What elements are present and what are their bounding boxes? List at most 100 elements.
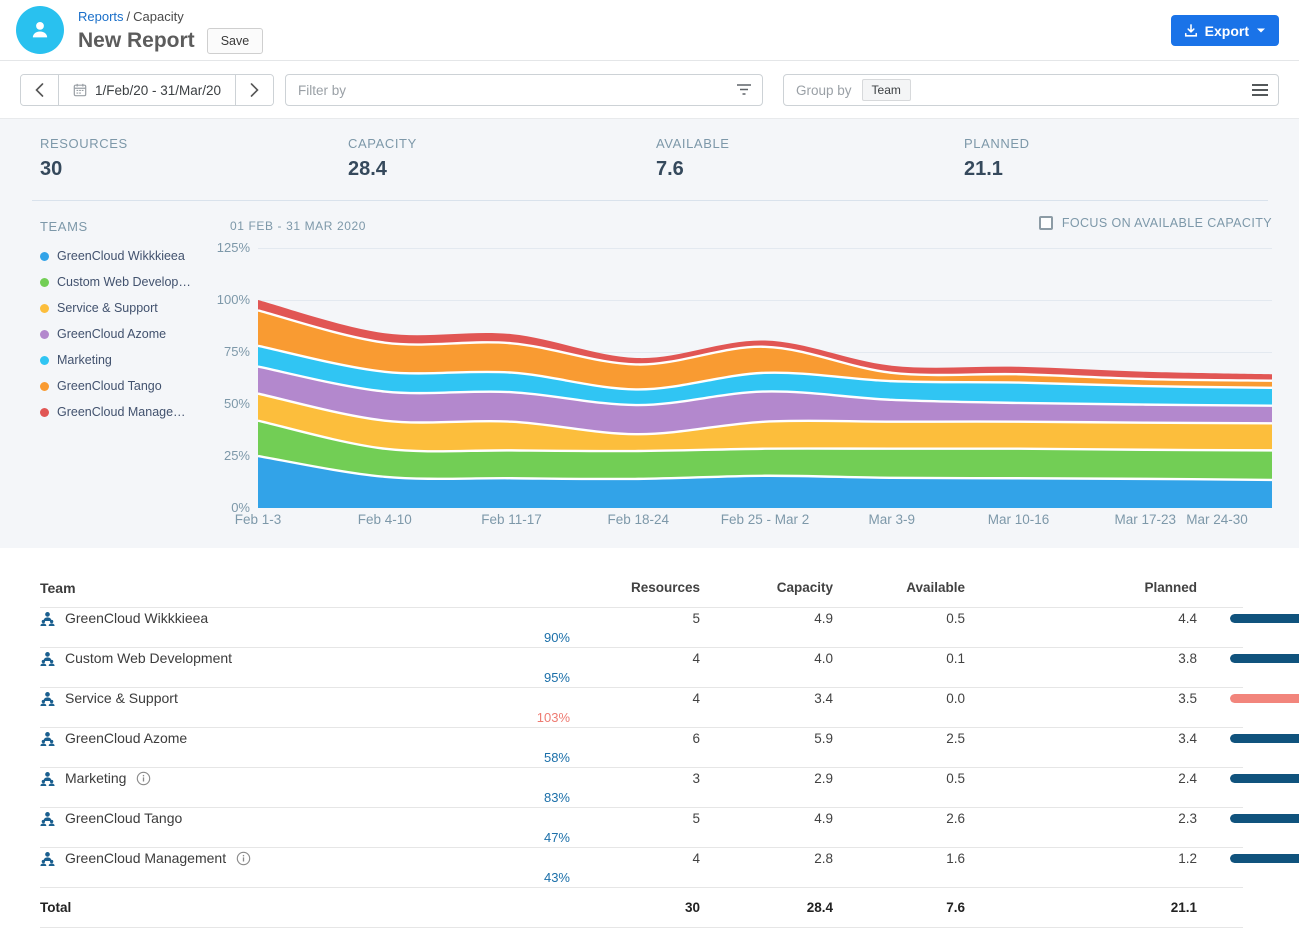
date-range-picker: 1/Feb/20 - 31/Mar/20 xyxy=(20,74,274,106)
export-button[interactable]: Export xyxy=(1171,15,1279,46)
legend-label: GreenCloud Manage… xyxy=(57,405,186,419)
table-row[interactable]: Marketing32.90.52.483% xyxy=(40,768,1243,808)
utilization-percent: 47% xyxy=(40,830,570,845)
utilization-bar xyxy=(1197,654,1243,663)
cell-resources: 4 xyxy=(570,651,700,666)
filter-control xyxy=(285,74,763,106)
cell-capacity: 5.9 xyxy=(700,731,833,746)
summary-section: RESOURCES30 CAPACITY28.4 AVAILABLE7.6 PL… xyxy=(0,119,1299,548)
x-axis-tick-label: Feb 4-10 xyxy=(325,512,445,527)
stacked-area-chart[interactable] xyxy=(258,248,1272,508)
save-button[interactable]: Save xyxy=(207,28,264,54)
team-icon xyxy=(40,811,55,826)
utilization-bar xyxy=(1197,614,1243,623)
chart-date-range-label: 01 FEB - 31 MAR 2020 xyxy=(230,219,366,233)
utilization-percent: 103% xyxy=(40,710,570,725)
x-axis-tick-label: Feb 11-17 xyxy=(452,512,572,527)
total-resources: 30 xyxy=(570,900,700,915)
download-icon xyxy=(1184,24,1198,38)
utilization-percent: 90% xyxy=(40,630,570,645)
legend-dot-icon xyxy=(40,356,49,365)
cell-planned: 2.4 xyxy=(965,771,1197,786)
x-axis-tick-label: Feb 1-3 xyxy=(198,512,318,527)
y-axis-tick-label: 125% xyxy=(204,240,250,255)
stat-planned: PLANNED21.1 xyxy=(964,136,1272,181)
legend-title: TEAMS xyxy=(40,219,245,234)
table-total-row: Total 30 28.4 7.6 21.1 xyxy=(40,888,1243,928)
col-header-available[interactable]: Available xyxy=(833,580,965,595)
table-row[interactable]: GreenCloud Azome65.92.53.458% xyxy=(40,728,1243,768)
utilization-bar xyxy=(1197,854,1243,863)
y-axis-tick-label: 75% xyxy=(204,344,250,359)
person-icon xyxy=(27,17,53,43)
cell-resources: 5 xyxy=(570,611,700,626)
legend-label: Service & Support xyxy=(57,301,158,315)
cell-resources: 6 xyxy=(570,731,700,746)
table-row[interactable]: Custom Web Development44.00.13.895% xyxy=(40,648,1243,688)
section-divider xyxy=(32,200,1268,201)
legend-dot-icon xyxy=(40,330,49,339)
legend-dot-icon xyxy=(40,304,49,313)
cell-resources: 4 xyxy=(570,691,700,706)
capacity-table: Team Resources Capacity Available Planne… xyxy=(0,548,1299,930)
info-icon[interactable] xyxy=(136,771,151,786)
breadcrumb-separator: / xyxy=(127,9,131,24)
y-axis-tick-label: 50% xyxy=(204,396,250,411)
group-by-label: Group by xyxy=(796,83,852,98)
col-header-team[interactable]: Team xyxy=(40,580,570,596)
cell-resources: 5 xyxy=(570,811,700,826)
utilization-bar xyxy=(1197,734,1243,743)
utilization-percent: 83% xyxy=(40,790,570,805)
legend-dot-icon xyxy=(40,278,49,287)
info-icon[interactable] xyxy=(236,851,251,866)
cell-planned: 4.4 xyxy=(965,611,1197,626)
utilization-bar xyxy=(1197,774,1243,783)
table-row[interactable]: GreenCloud Wikkkieea54.90.54.490% xyxy=(40,608,1243,648)
col-header-capacity[interactable]: Capacity xyxy=(700,580,833,595)
filter-icon[interactable] xyxy=(726,84,762,96)
group-by-chip[interactable]: Team xyxy=(862,79,911,101)
caret-down-icon xyxy=(1256,27,1266,34)
utilization-bar xyxy=(1197,814,1243,823)
cell-planned: 3.5 xyxy=(965,691,1197,706)
team-icon xyxy=(40,851,55,866)
y-axis-tick-label: 100% xyxy=(204,292,250,307)
legend-dot-icon xyxy=(40,382,49,391)
total-capacity: 28.4 xyxy=(700,900,833,915)
col-header-planned[interactable]: Planned xyxy=(965,580,1197,595)
legend-label: GreenCloud Tango xyxy=(57,379,162,393)
table-row[interactable]: Service & Support43.40.03.5103% xyxy=(40,688,1243,728)
y-axis-tick-label: 25% xyxy=(204,448,250,463)
legend-dot-icon xyxy=(40,408,49,417)
checkbox[interactable] xyxy=(1039,216,1053,230)
team-icon xyxy=(40,651,55,666)
cell-planned: 3.4 xyxy=(965,731,1197,746)
legend-label: GreenCloud Wikkkieea xyxy=(57,249,185,263)
filter-input[interactable] xyxy=(286,83,726,98)
col-header-resources[interactable]: Resources xyxy=(570,580,700,595)
cell-capacity: 2.9 xyxy=(700,771,833,786)
date-range-button[interactable]: 1/Feb/20 - 31/Mar/20 xyxy=(58,75,236,105)
capacity-report-page: Reports/Capacity New Report Save Export … xyxy=(0,0,1299,930)
cell-planned: 2.3 xyxy=(965,811,1197,826)
legend-label: GreenCloud Azome xyxy=(57,327,166,341)
focus-available-capacity-toggle[interactable]: FOCUS ON AVAILABLE CAPACITY xyxy=(1039,216,1272,230)
breadcrumb-reports-link[interactable]: Reports xyxy=(78,9,124,24)
next-period-button[interactable] xyxy=(236,75,273,105)
legend-dot-icon xyxy=(40,252,49,261)
group-by-control[interactable]: Group by Team xyxy=(783,74,1279,106)
cell-capacity: 4.9 xyxy=(700,811,833,826)
total-available: 7.6 xyxy=(833,900,965,915)
avatar[interactable] xyxy=(16,6,64,54)
cell-capacity: 3.4 xyxy=(700,691,833,706)
x-axis-tick-label: Mar 10-16 xyxy=(959,512,1079,527)
calendar-icon xyxy=(73,83,87,97)
table-row[interactable]: GreenCloud Management42.81.61.243% xyxy=(40,848,1243,888)
stat-available: AVAILABLE7.6 xyxy=(656,136,964,181)
prev-period-button[interactable] xyxy=(21,75,58,105)
utilization-percent: 43% xyxy=(40,870,570,885)
cell-capacity: 4.0 xyxy=(700,651,833,666)
menu-icon[interactable] xyxy=(1252,84,1268,96)
cell-available: 2.5 xyxy=(833,731,965,746)
table-row[interactable]: GreenCloud Tango54.92.62.347% xyxy=(40,808,1243,848)
